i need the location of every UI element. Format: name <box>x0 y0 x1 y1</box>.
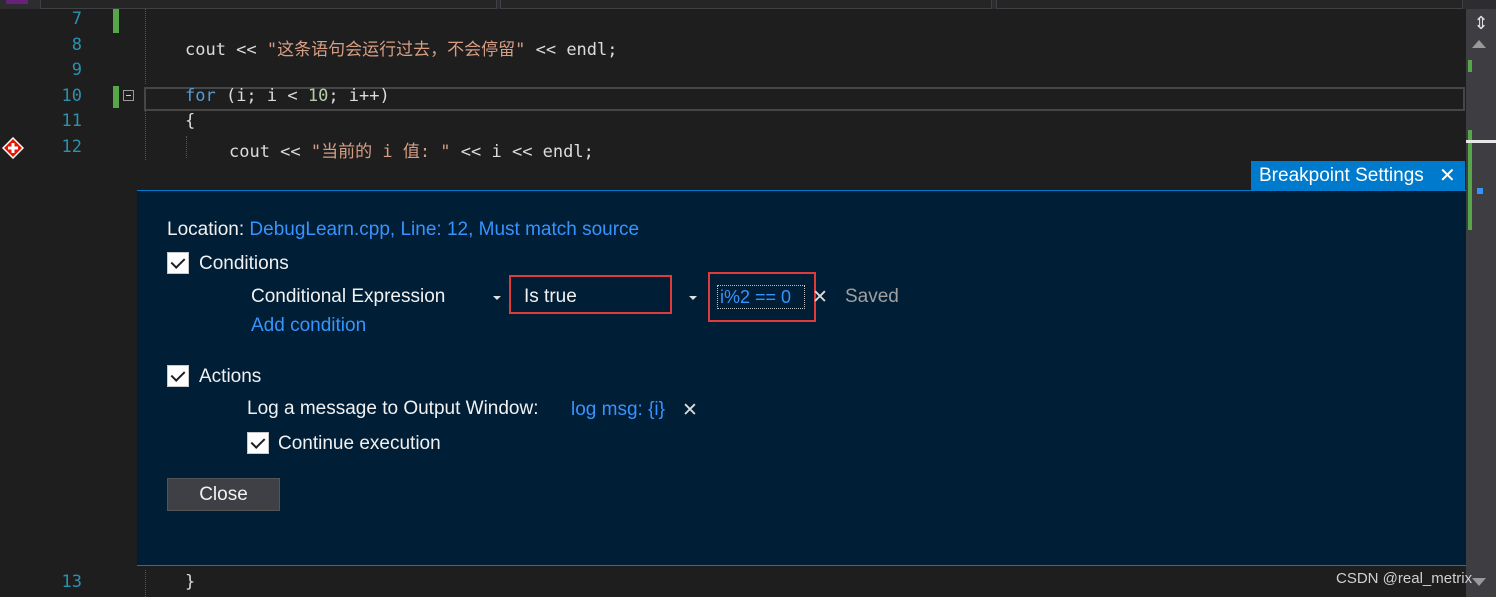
condition-mode-value: Is true <box>524 286 577 307</box>
vertical-scrollbar[interactable] <box>1466 9 1496 597</box>
string-literal: "这条语句会运行过去，不会停留" <box>266 40 526 60</box>
condition-status: Saved <box>845 286 899 307</box>
remove-action-icon[interactable]: ✕ <box>682 399 698 422</box>
scroll-down-icon[interactable] <box>1472 578 1486 586</box>
line-number: 13 <box>61 572 82 592</box>
scrollbar-breakpoint-marker <box>1477 188 1483 194</box>
code-token: << i << endl; <box>450 142 594 162</box>
document-tab-strip <box>0 0 1496 9</box>
split-window-icon[interactable]: ⇕ <box>1470 12 1492 34</box>
line-number: 10 <box>61 86 82 106</box>
continue-execution-label: Continue execution <box>278 433 441 454</box>
remove-condition-icon[interactable]: ✕ <box>812 286 828 309</box>
condition-type-select[interactable]: Conditional Expression <box>251 286 445 308</box>
log-message-field[interactable]: log msg: {i} <box>571 399 665 421</box>
add-condition-link[interactable]: Add condition <box>251 315 366 337</box>
scrollbar-change-marker <box>1468 60 1472 72</box>
code-line-8[interactable]: cout << "这条语句会运行过去，不会停留" << endl; <box>185 35 618 60</box>
close-icon[interactable]: ✕ <box>1439 163 1456 188</box>
scrollbar-change-marker <box>1468 130 1472 230</box>
location-label: Location: <box>167 219 245 240</box>
continue-execution-checkbox[interactable] <box>247 432 269 454</box>
code-token: ; i++) <box>328 86 390 106</box>
conditions-label: Conditions <box>199 253 289 274</box>
line-number: 9 <box>71 60 82 80</box>
scroll-up-icon[interactable] <box>1472 40 1486 48</box>
line-number: 7 <box>71 9 82 29</box>
change-marker <box>113 86 119 108</box>
line-number: 8 <box>71 35 82 55</box>
indent-guide <box>145 9 146 84</box>
scrollbar-position-marker <box>1466 140 1496 143</box>
keyword: for <box>185 86 216 106</box>
code-token: << endl; <box>525 40 618 60</box>
number-literal: 10 <box>307 86 329 106</box>
file-tab-icon <box>6 0 28 4</box>
code-line-10[interactable]: for (i; i < 10; i++) <box>185 86 390 106</box>
code-token: cout << <box>229 142 311 162</box>
actions-checkbox[interactable] <box>167 365 189 387</box>
code-token: (i; i < <box>215 86 308 106</box>
breakpoint-settings-tab[interactable]: Breakpoint Settings ✕ <box>1251 161 1465 191</box>
condition-expression-focus: i%2 == 0 <box>717 285 805 309</box>
code-token: cout << <box>185 40 267 60</box>
collapse-toggle-icon[interactable] <box>123 90 134 101</box>
condition-expression-field[interactable]: i%2 == 0 <box>708 272 816 322</box>
breakpoint-settings-panel <box>137 190 1466 566</box>
condition-mode-select[interactable]: Is true <box>509 275 672 314</box>
indent-guide <box>145 110 146 160</box>
string-literal: "当前的 i 值: " <box>310 142 451 162</box>
indent-guide <box>186 136 187 158</box>
actions-label: Actions <box>199 366 262 387</box>
conditions-checkbox[interactable] <box>167 252 189 274</box>
location-link[interactable]: DebugLearn.cpp, Line: 12, Must match sou… <box>249 219 639 240</box>
code-line-13[interactable]: } <box>185 572 195 592</box>
line-number: 11 <box>61 111 82 131</box>
scope-dropdown[interactable] <box>500 0 992 9</box>
conditional-breakpoint-icon[interactable] <box>2 137 24 159</box>
code-line-12[interactable]: cout << "当前的 i 值: " << i << endl; <box>229 137 594 162</box>
change-marker <box>113 9 119 33</box>
breakpoint-settings-title: Breakpoint Settings <box>1259 165 1424 186</box>
close-button[interactable]: Close <box>167 478 280 511</box>
chevron-down-icon[interactable] <box>493 296 501 300</box>
member-dropdown[interactable] <box>996 0 1463 9</box>
log-message-label: Log a message to Output Window: <box>247 398 539 419</box>
code-line-11[interactable]: { <box>185 111 195 131</box>
document-tab[interactable] <box>40 0 497 9</box>
condition-expression-text: i%2 == 0 <box>720 287 792 307</box>
chevron-down-icon[interactable] <box>689 296 697 300</box>
watermark: CSDN @real_metrix <box>1336 570 1473 587</box>
location-row: Location: DebugLearn.cpp, Line: 12, Must… <box>167 219 639 241</box>
indent-guide <box>145 570 146 597</box>
